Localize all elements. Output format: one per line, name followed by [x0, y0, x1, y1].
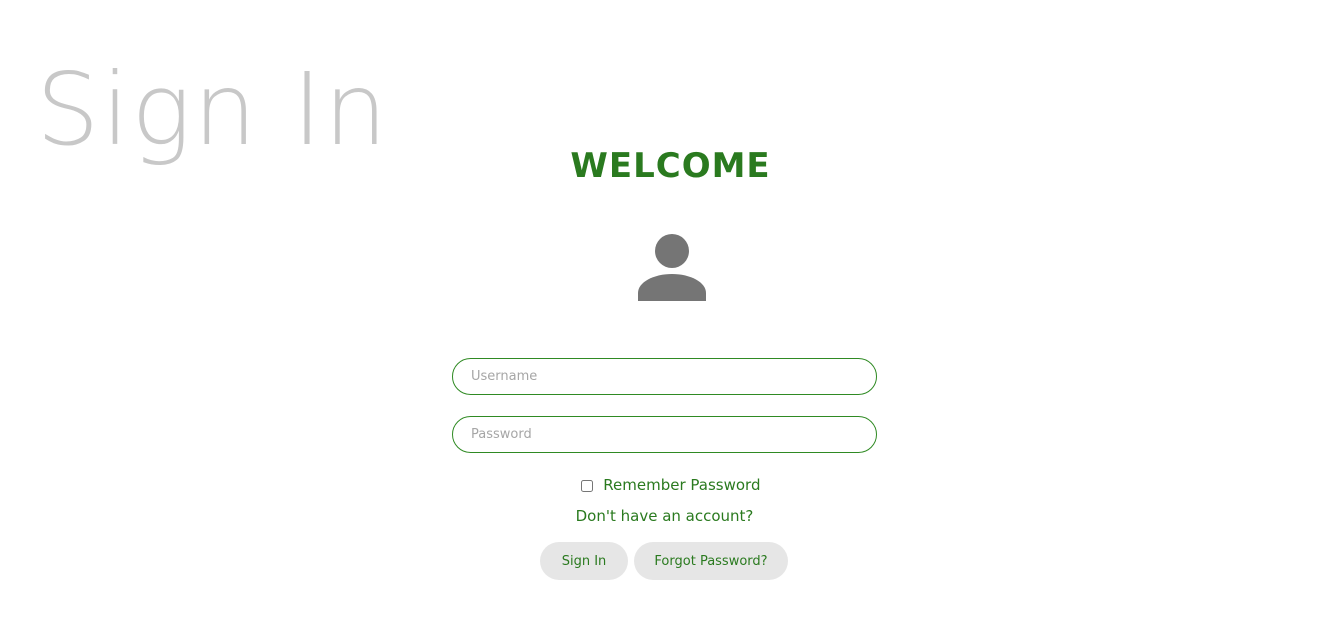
remember-password-row: Remember Password [0, 475, 1341, 495]
forgot-password-button[interactable]: Forgot Password? [634, 542, 788, 580]
signup-link[interactable]: Don't have an account? [0, 506, 1329, 526]
welcome-heading: WELCOME [570, 146, 771, 186]
password-input[interactable] [452, 416, 877, 453]
page-title: Sign In [36, 51, 390, 168]
username-input[interactable] [452, 358, 877, 395]
remember-password-label[interactable]: Remember Password [603, 476, 760, 494]
remember-password-checkbox[interactable] [580, 480, 593, 492]
user-icon [638, 234, 706, 301]
sign-in-button[interactable]: Sign In [540, 542, 628, 580]
sign-in-page: Sign In WELCOME Remember Password Don't … [0, 0, 1341, 627]
